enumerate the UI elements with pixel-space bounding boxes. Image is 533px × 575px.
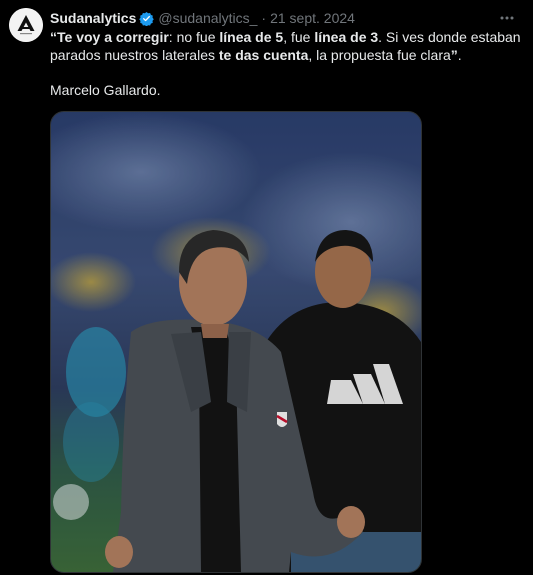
avatar[interactable] (9, 8, 43, 42)
quote-text-8: , la propuesta fue clara (308, 46, 451, 63)
quote-text-9: . (457, 46, 462, 63)
quote-bold-7: te das cuenta (218, 46, 309, 63)
verified-badge-icon (139, 11, 155, 26)
quote-bold-1: Te voy a corregir (57, 29, 169, 45)
separator-dot: · (261, 10, 267, 26)
quote-text-4: , fue (283, 29, 315, 45)
quote-bold-3: línea de 5 (219, 29, 284, 45)
author-handle[interactable]: @sudanalytics_ (158, 10, 257, 26)
tweet-text: “Te voy a corregir: no fue línea de 5, f… (50, 29, 522, 100)
tweet: Sudanalytics @sudanalytics_ · 21 sept. 2… (0, 0, 533, 575)
tweet-photo[interactable] (50, 111, 422, 573)
more-options-button[interactable] (497, 9, 517, 27)
sudanalytics-logo-icon (9, 8, 43, 42)
quote-bold-5: línea de 3 (314, 29, 379, 45)
quote-text-2: : no fue (168, 29, 220, 45)
quote-close: ” (450, 46, 458, 63)
quote-signature: Marcelo Gallardo. (50, 82, 161, 98)
tweet-header: Sudanalytics @sudanalytics_ · 21 sept. 2… (50, 9, 493, 27)
tweet-date[interactable]: 21 sept. 2024 (270, 10, 355, 26)
quote-paragraph: “Te voy a corregir: no fue línea de 5, f… (50, 29, 522, 64)
quote-open: “ (50, 29, 57, 45)
more-horizontal-icon (500, 16, 514, 20)
photo-image (51, 112, 421, 572)
author-name[interactable]: Sudanalytics (50, 10, 136, 26)
